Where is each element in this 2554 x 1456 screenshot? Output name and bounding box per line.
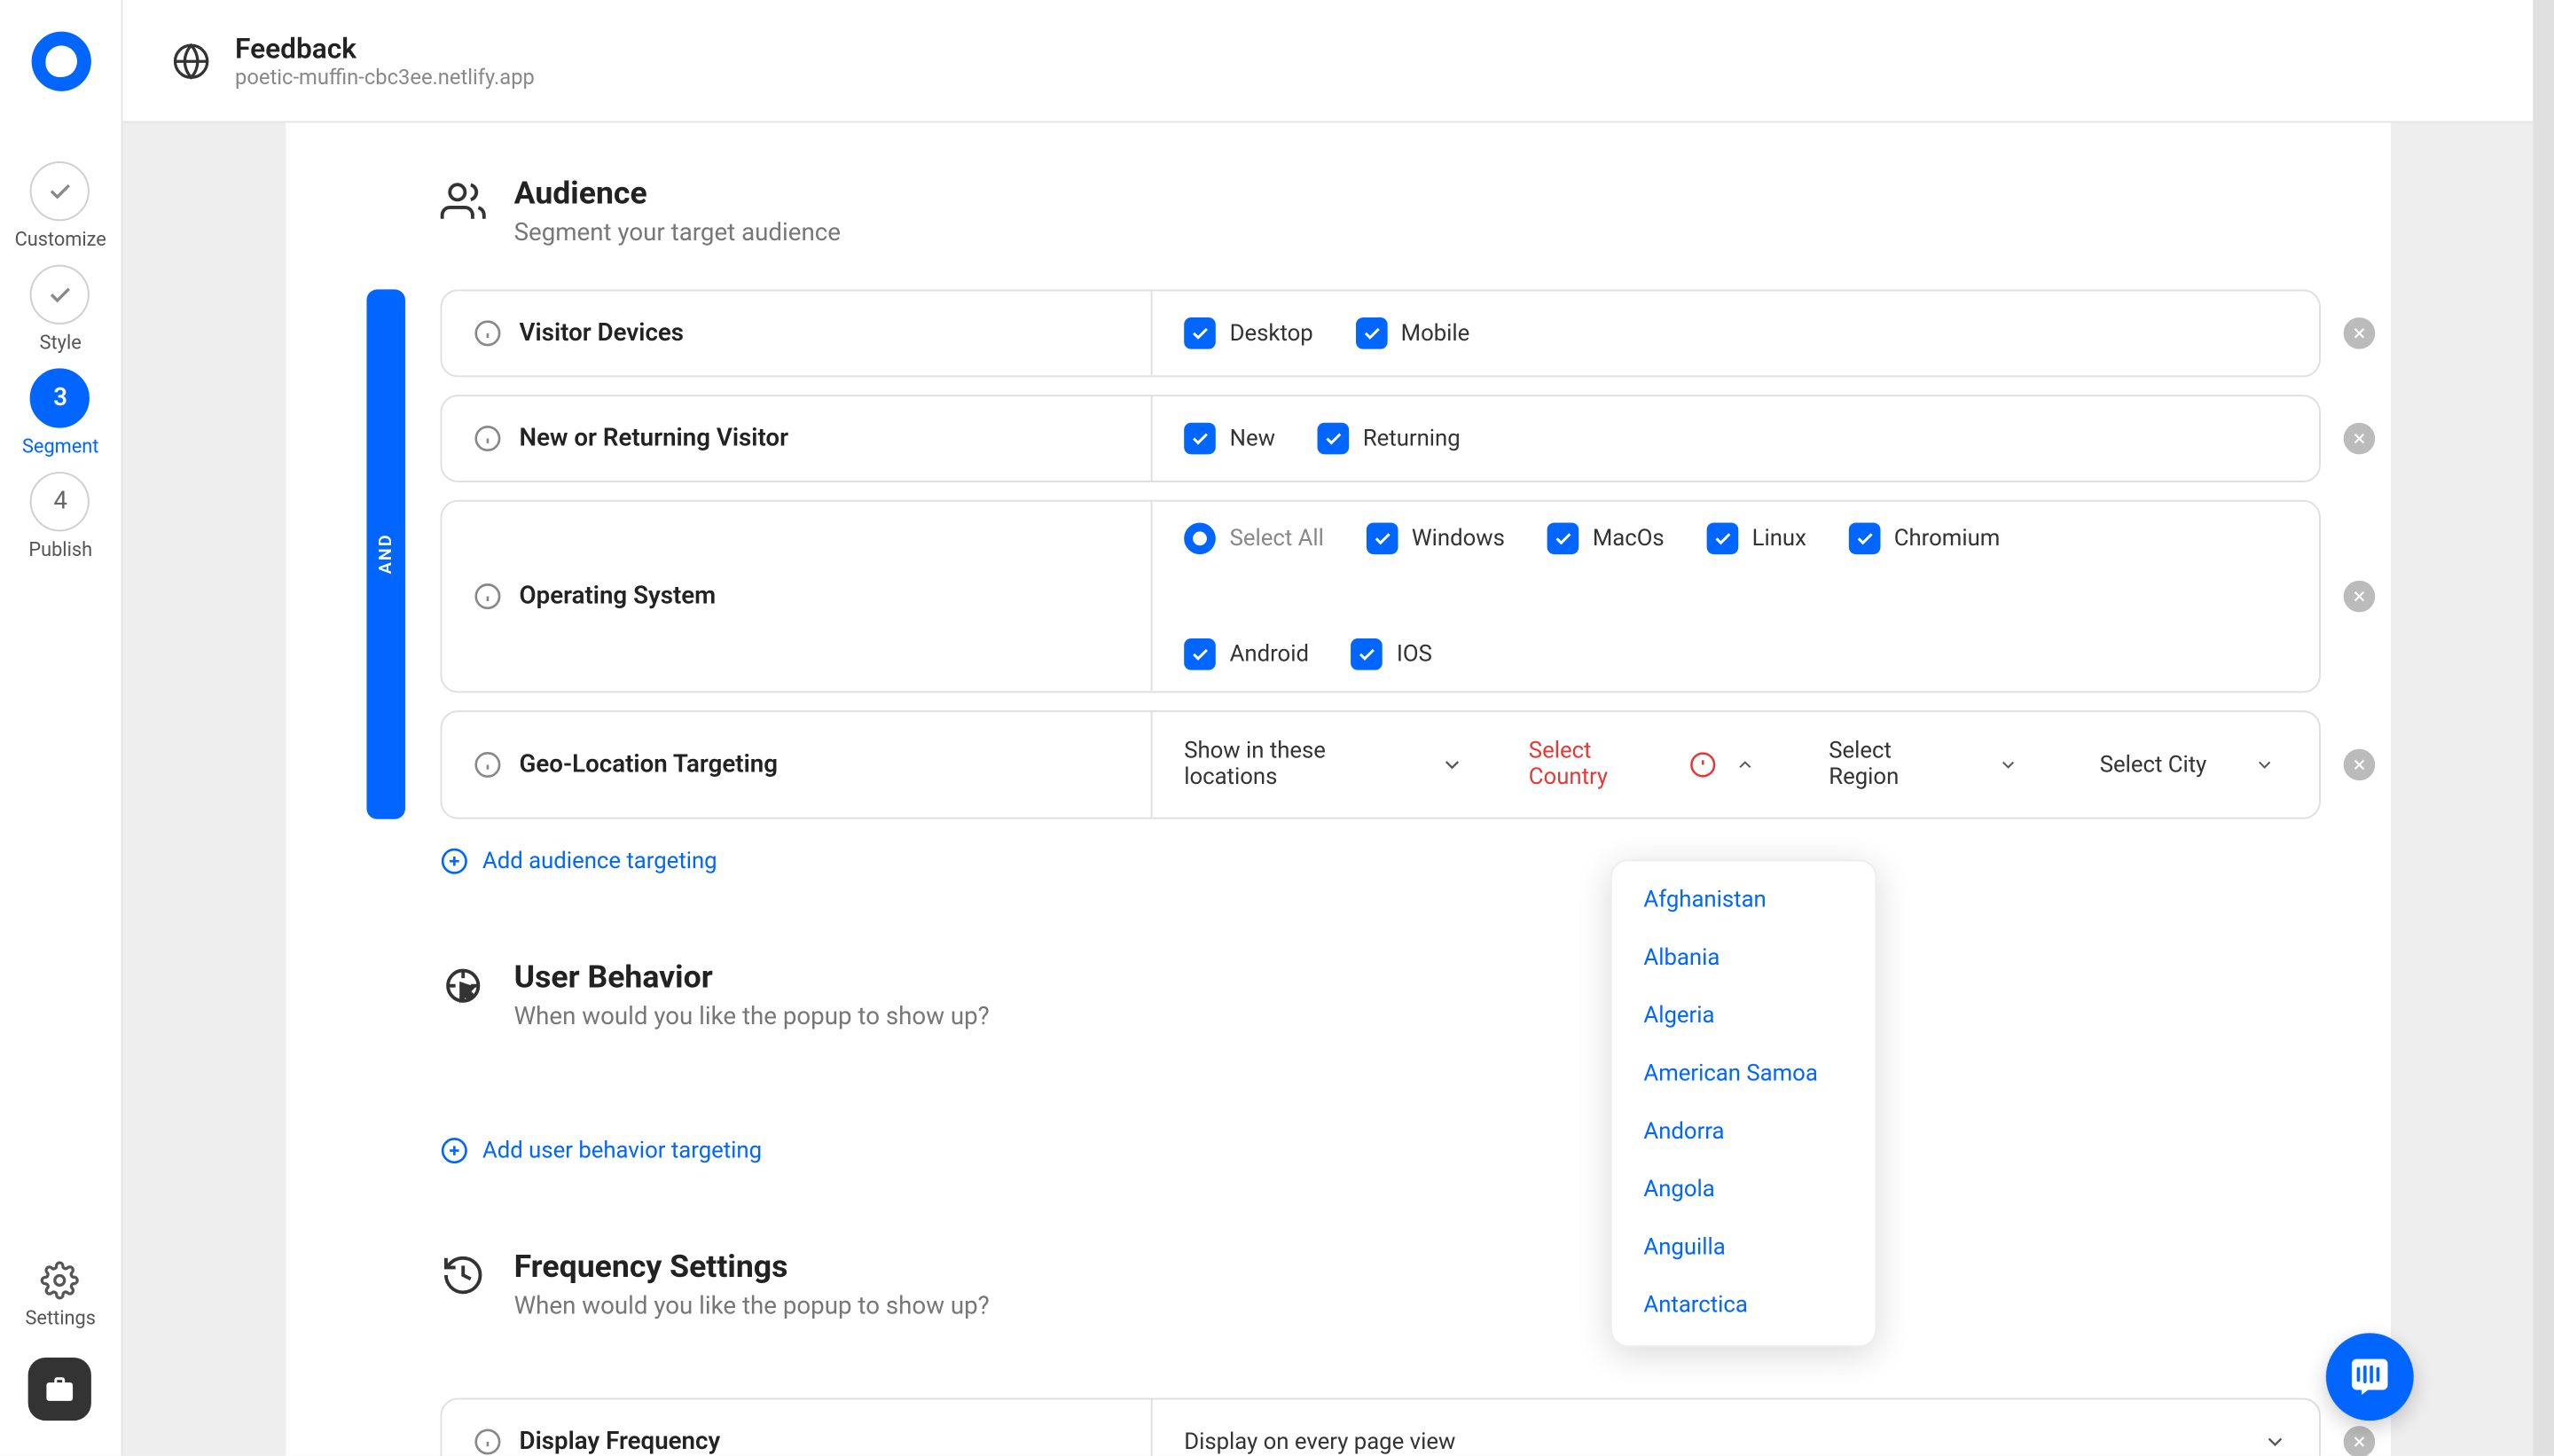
- region-select[interactable]: Select Region: [1803, 726, 2046, 803]
- rule-label-text: Geo-Location Targeting: [519, 751, 777, 779]
- rule-visitor-type: New or Returning Visitor New Returning: [440, 395, 2320, 482]
- info-icon[interactable]: [474, 319, 502, 348]
- add-behavior-targeting-button[interactable]: Add user behavior targeting: [440, 1137, 2320, 1165]
- remove-rule-button[interactable]: [2344, 749, 2376, 781]
- step-segment[interactable]: 3 Segment: [22, 368, 98, 458]
- step-label: Style: [40, 332, 82, 355]
- radio-select-all[interactable]: Select All: [1184, 522, 1324, 554]
- info-icon[interactable]: [474, 1428, 502, 1456]
- plus-circle-icon: [440, 1137, 468, 1165]
- chevron-down-icon: [2254, 755, 2276, 776]
- info-icon[interactable]: [474, 425, 502, 453]
- country-option[interactable]: Afghanistan: [1623, 872, 1861, 929]
- sidebar-rail: Customize Style 3 Segment 4 Publish Sett…: [0, 0, 122, 1456]
- country-option[interactable]: Algeria: [1623, 988, 1861, 1045]
- checkbox-chromium[interactable]: Chromium: [1848, 522, 2000, 554]
- page-header: Feedback poetic-muffin-cbc3ee.netlify.ap…: [122, 0, 2554, 122]
- app-logo[interactable]: [31, 32, 90, 91]
- section-title: User Behavior: [514, 959, 990, 997]
- chevron-down-icon: [1999, 755, 2019, 776]
- section-subtitle: When would you like the popup to show up…: [514, 1003, 990, 1031]
- section-title: Frequency Settings: [514, 1249, 990, 1286]
- country-option[interactable]: Anguilla: [1623, 1219, 1861, 1277]
- display-frequency-select[interactable]: Display on every page view: [1153, 1399, 2319, 1455]
- page-subtitle: poetic-muffin-cbc3ee.netlify.app: [235, 65, 535, 90]
- step-label: Segment: [22, 435, 98, 458]
- section-subtitle: When would you like the popup to show up…: [514, 1293, 990, 1321]
- step-label: Publish: [28, 538, 92, 561]
- country-option[interactable]: Antarctica: [1623, 1277, 1861, 1335]
- page-title: Feedback: [235, 32, 535, 66]
- remove-rule-button[interactable]: [2344, 581, 2376, 613]
- remove-rule-button[interactable]: [2344, 1426, 2376, 1456]
- and-badge: AND: [366, 289, 405, 818]
- add-audience-targeting-button[interactable]: Add audience targeting: [440, 847, 2320, 875]
- city-select[interactable]: Select City: [2073, 740, 2301, 790]
- rule-label-text: Operating System: [519, 583, 716, 611]
- checkbox-new[interactable]: New: [1184, 423, 1275, 455]
- country-select[interactable]: Select Country: [1509, 726, 1774, 803]
- chevron-down-icon: [1440, 753, 1464, 778]
- chevron-up-icon: [1735, 755, 1755, 776]
- rule-label-text: Display Frequency: [519, 1428, 720, 1456]
- checkbox-desktop[interactable]: Desktop: [1184, 317, 1313, 349]
- check-icon: [31, 161, 90, 221]
- intercom-launcher[interactable]: [2326, 1333, 2414, 1421]
- step-style[interactable]: Style: [31, 265, 90, 355]
- cursor-icon: [440, 963, 485, 1008]
- checkbox-mobile[interactable]: Mobile: [1355, 317, 1469, 349]
- remove-rule-button[interactable]: [2344, 317, 2376, 349]
- section-subtitle: Segment your target audience: [514, 219, 841, 247]
- checkbox-ios[interactable]: IOS: [1351, 638, 1431, 670]
- scrollbar[interactable]: [2533, 0, 2554, 1456]
- checkbox-returning[interactable]: Returning: [1317, 423, 1460, 455]
- geo-mode-select[interactable]: Show in these locations: [1184, 739, 1481, 791]
- step-customize[interactable]: Customize: [15, 161, 106, 251]
- checkbox-linux[interactable]: Linux: [1706, 522, 1806, 554]
- history-icon: [440, 1252, 485, 1297]
- frequency-section-header: Frequency Settings When would you like t…: [440, 1249, 2320, 1320]
- checkbox-macos[interactable]: MacOs: [1547, 522, 1664, 554]
- country-option[interactable]: Albania: [1623, 929, 1861, 987]
- step-label: Customize: [15, 228, 106, 251]
- remove-rule-button[interactable]: [2344, 423, 2376, 455]
- step-number: 3: [31, 368, 90, 427]
- country-dropdown[interactable]: AfghanistanAlbaniaAlgeriaAmerican SamoaA…: [1610, 859, 1877, 1347]
- rule-geo-location: Geo-Location Targeting Show in these loc…: [440, 710, 2320, 819]
- rule-visitor-devices: Visitor Devices Desktop Mobile: [440, 289, 2320, 377]
- intercom-icon: [2347, 1354, 2393, 1399]
- behavior-section-header: User Behavior When would you like the po…: [440, 959, 2320, 1031]
- briefcase-icon: [44, 1374, 76, 1405]
- rule-label-text: New or Returning Visitor: [519, 425, 788, 453]
- audience-section-header: Audience Segment your target audience: [440, 176, 2320, 247]
- check-icon: [31, 265, 90, 325]
- briefcase-button[interactable]: [29, 1358, 92, 1421]
- step-number: 4: [31, 472, 90, 531]
- info-icon[interactable]: [474, 583, 502, 611]
- rule-display-frequency: Display Frequency Display on every page …: [440, 1397, 2320, 1455]
- info-icon[interactable]: [474, 751, 502, 779]
- country-option[interactable]: American Samoa: [1623, 1045, 1861, 1103]
- warning-icon: [1689, 751, 1717, 779]
- section-title: Audience: [514, 176, 841, 213]
- plus-circle-icon: [440, 847, 468, 875]
- country-option[interactable]: Angola: [1623, 1161, 1861, 1218]
- settings-label: Settings: [25, 1307, 95, 1330]
- checkbox-android[interactable]: Android: [1184, 638, 1309, 670]
- gear-icon: [41, 1261, 80, 1300]
- chevron-down-icon: [2263, 1429, 2288, 1454]
- step-publish[interactable]: 4 Publish: [28, 472, 92, 561]
- checkbox-windows[interactable]: Windows: [1366, 522, 1504, 554]
- globe-icon: [172, 41, 211, 80]
- settings-button[interactable]: Settings: [25, 1261, 95, 1329]
- people-icon: [440, 179, 485, 224]
- rule-operating-system: Operating System Select All Windows MacO…: [440, 500, 2320, 693]
- country-option[interactable]: Andorra: [1623, 1103, 1861, 1161]
- rule-label-text: Visitor Devices: [519, 319, 683, 348]
